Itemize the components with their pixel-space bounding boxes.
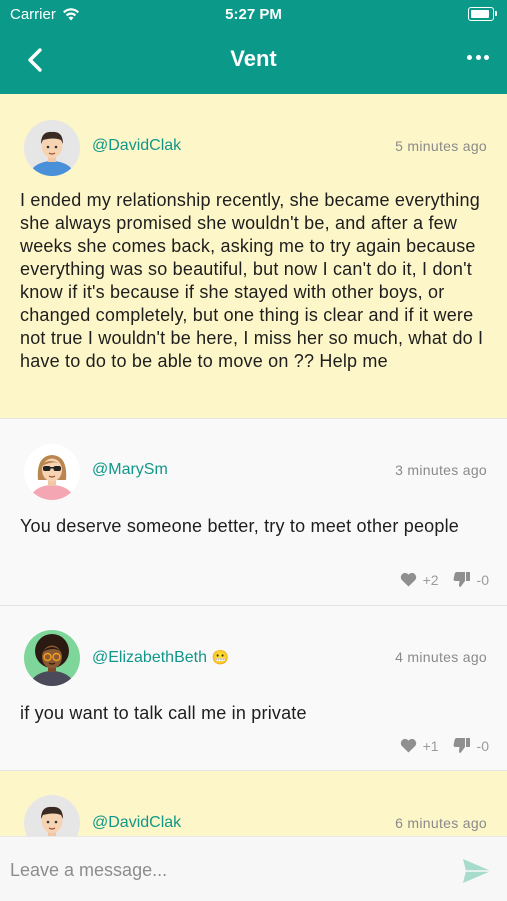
comment-username[interactable]: @DavidClak	[92, 814, 181, 832]
comment-item: @DavidClak 6 minutes ago	[0, 771, 507, 836]
avatar[interactable]	[24, 630, 80, 686]
post-timestamp: 5 minutes ago	[395, 138, 487, 154]
male-avatar-icon	[30, 131, 74, 176]
female-avatar-icon	[30, 455, 74, 500]
dislike-count: -0	[476, 737, 489, 754]
grimacing-emoji-icon: 😬	[211, 649, 229, 665]
heart-icon	[400, 572, 416, 587]
avatar[interactable]	[24, 444, 80, 500]
comment-username-row[interactable]: @ElizabethBeth 😬	[92, 649, 229, 667]
send-icon	[463, 859, 491, 883]
comment-feed[interactable]: @DavidClak 5 minutes ago I ended my rela…	[0, 94, 507, 836]
like-button[interactable]: +2	[400, 572, 439, 588]
page-title: Vent	[230, 46, 277, 71]
avatar[interactable]	[24, 120, 80, 176]
post-username[interactable]: @DavidClak	[92, 137, 181, 155]
send-button[interactable]	[461, 857, 493, 885]
comment-actions: +2 -0	[400, 571, 489, 588]
like-button[interactable]: +1	[400, 738, 439, 754]
avatar[interactable]	[24, 795, 80, 836]
comment-timestamp: 4 minutes ago	[395, 649, 487, 665]
more-horizontal-icon	[467, 55, 472, 60]
message-composer	[0, 836, 507, 901]
dislike-button[interactable]: -0	[453, 571, 489, 588]
like-count: +1	[422, 737, 439, 754]
comment-username[interactable]: @MarySm	[92, 461, 168, 479]
clock: 5:27 PM	[225, 6, 282, 23]
status-bar: Carrier 5:27 PM	[0, 0, 507, 28]
nav-bar: Vent	[0, 30, 507, 90]
like-count: +2	[422, 571, 439, 588]
battery-icon	[468, 7, 497, 21]
heart-icon	[400, 738, 416, 753]
female-avatar-icon	[30, 634, 74, 686]
vent-post: @DavidClak 5 minutes ago I ended my rela…	[0, 94, 507, 419]
post-body: I ended my relationship recently, she be…	[20, 190, 484, 371]
thumbs-down-icon	[453, 572, 470, 587]
comment-timestamp: 3 minutes ago	[395, 462, 487, 478]
dislike-button[interactable]: -0	[453, 737, 489, 754]
more-options-button[interactable]	[467, 55, 489, 63]
message-input[interactable]	[0, 845, 452, 895]
comment-body: if you want to talk call me in private	[20, 703, 307, 723]
comment-body: You deserve someone better, try to meet …	[20, 516, 460, 536]
app-header: Carrier 5:27 PM Vent	[0, 0, 507, 94]
comment-item: @ElizabethBeth 😬 4 minutes ago if you wa…	[0, 606, 507, 771]
comment-username: @ElizabethBeth	[92, 649, 207, 666]
male-avatar-icon	[41, 806, 63, 836]
battery-fill	[471, 10, 490, 18]
comment-actions: +1 -0	[400, 737, 489, 754]
comment-timestamp: 6 minutes ago	[395, 815, 487, 831]
comment-item: @MarySm 3 minutes ago You deserve someon…	[0, 419, 507, 606]
thumbs-down-icon	[453, 738, 470, 753]
dislike-count: -0	[476, 571, 489, 588]
